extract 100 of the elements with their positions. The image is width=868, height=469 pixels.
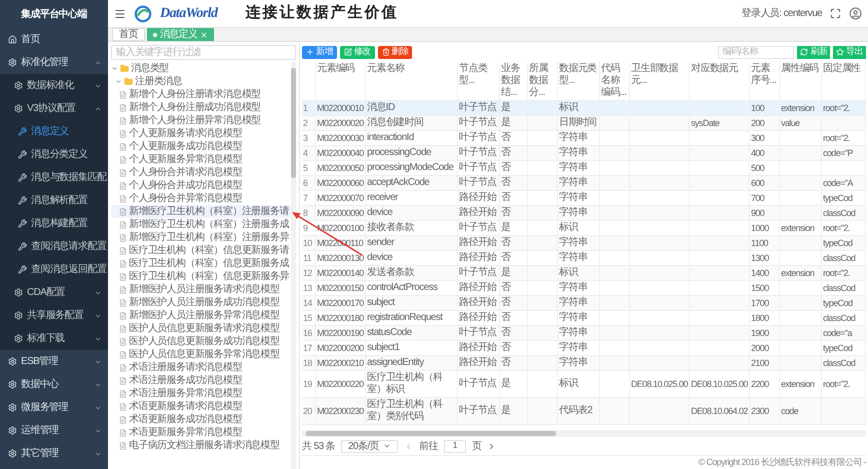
- table-row[interactable]: 6 M022000060 acceptAckCode 叶子节点 否 字符串 600 code="A: [302, 176, 866, 191]
- tree-item[interactable]: 术语注册服务异常消息模型: [111, 387, 291, 400]
- tree-item[interactable]: 新增医护人员注册服务异常消息模型: [111, 309, 291, 322]
- tree-item[interactable]: 医护人员信息更新服务成功消息模型: [111, 335, 291, 348]
- menu-item[interactable]: 数据中心: [0, 373, 108, 396]
- table-row[interactable]: 14 M022000170 subject 路径开始 否 字符串 1700 typeCod: [302, 296, 866, 311]
- user-icon[interactable]: [849, 7, 862, 20]
- tree-item[interactable]: 新增个人身份注册异常消息模型: [111, 114, 291, 127]
- tree-item[interactable]: 新增医疗卫生机构（科室）注册服务成: [111, 218, 291, 231]
- column-header[interactable]: 元素序号...: [750, 62, 780, 100]
- tree-item[interactable]: 医护人员信息更新服务异常消息模型: [111, 348, 291, 361]
- column-header[interactable]: 卫生部数据元...: [630, 62, 690, 100]
- menu-item[interactable]: 首页: [0, 28, 108, 51]
- table-row[interactable]: 17 M022000200 subject1 路径开始 否 字符串 2000 typeCod: [302, 341, 866, 356]
- tree-item[interactable]: 个人更新服务异常消息模型: [111, 153, 291, 166]
- column-header[interactable]: 代码名称编码...: [600, 62, 630, 100]
- tree-item[interactable]: 新增医疗卫生机构（科室）注册服务异: [111, 231, 291, 244]
- column-header[interactable]: 业务数据结...: [500, 62, 528, 100]
- column-header[interactable]: 元素名称: [366, 62, 458, 100]
- filter-field[interactable]: 输入关键字进行过滤: [111, 45, 296, 60]
- fullscreen-icon[interactable]: [830, 8, 841, 19]
- menu-item[interactable]: 运维管理: [0, 419, 108, 442]
- menu-item[interactable]: CDA配置: [0, 281, 108, 304]
- menu-item[interactable]: 消息解析配置: [0, 189, 108, 212]
- column-header[interactable]: 节点类型...: [458, 62, 500, 100]
- table-row[interactable]: 8 M022000090 device 路径开始 否 字符串 900 classCod: [302, 206, 866, 221]
- toolbar-button[interactable]: 删除: [378, 46, 412, 58]
- table-cell: 字符串: [559, 192, 588, 204]
- page-input[interactable]: 1: [444, 440, 466, 452]
- column-header[interactable]: 固定属性: [822, 62, 866, 100]
- table-row[interactable]: 18 M022000210 assignedEntity 路径开始 否 字符串 2100 classCod: [302, 356, 866, 371]
- page-size-select[interactable]: 20条/页: [341, 440, 398, 452]
- horizontal-scrollbar[interactable]: [302, 430, 866, 437]
- table-row[interactable]: 12 M022000140 发送者条款 叶子节点 是 标识 1400 extension root="2.: [302, 266, 866, 281]
- tree-item[interactable]: 个人身份合并成功消息模型: [111, 179, 291, 192]
- table-row[interactable]: 1 M022000010 消息ID 叶子节点 是 标识 100 extension root="2.: [302, 101, 866, 116]
- tree-item[interactable]: 术语注册服务成功消息模型: [111, 374, 291, 387]
- table-cell: classCod: [823, 252, 856, 264]
- table-cell: registrationRequest: [367, 312, 442, 324]
- tree-item[interactable]: 新增医疗卫生机构（科室）注册服务请: [111, 205, 291, 218]
- table-row[interactable]: 15 M022000180 registrationRequest 路径开始 否 字符串 1800 classCod: [302, 311, 866, 326]
- menu-item[interactable]: 标准下载: [0, 327, 108, 350]
- column-header[interactable]: 所属数据分...: [528, 62, 558, 100]
- table-row[interactable]: 16 M022000190 statusCode 叶子节点 否 字符串 1900 code="a: [302, 326, 866, 341]
- table-cell: 字符串: [559, 237, 588, 249]
- tree-item[interactable]: 个人身份合并异常消息模型: [111, 192, 291, 205]
- scrollbar[interactable]: [291, 62, 296, 469]
- menu-item[interactable]: 其它管理: [0, 442, 108, 465]
- tree-item[interactable]: 术语注册服务请求消息模型: [111, 361, 291, 374]
- tree-item[interactable]: 医疗卫生机构（科室）信息更新服务成: [111, 257, 291, 270]
- tab[interactable]: 首页: [112, 28, 145, 41]
- menu-item[interactable]: 查阅消息请求配置: [0, 235, 108, 258]
- table-row[interactable]: 2 M022000020 消息创建时间 叶子节点 是 日期时间 sysDate 200 value: [302, 116, 866, 131]
- tree-item[interactable]: 消息类型: [111, 62, 291, 75]
- tree-item[interactable]: 医疗卫生机构（科室）信息更新服务异: [111, 270, 291, 283]
- tree-item[interactable]: 注册类消息: [111, 75, 291, 88]
- menu-item[interactable]: V3协议配置: [0, 97, 108, 120]
- row-number: 2: [303, 117, 308, 129]
- tree-item[interactable]: 新增医护人员注册服务成功消息模型: [111, 296, 291, 309]
- column-header[interactable]: 对应数据元: [690, 62, 750, 100]
- column-header[interactable]: 数据元类型...: [558, 62, 600, 100]
- table-row[interactable]: 13 M022000150 controlActProcess 路径开始 否 字符串 1500 classCod: [302, 281, 866, 296]
- tree-item[interactable]: 个人更新服务请求消息模型: [111, 127, 291, 140]
- column-header[interactable]: 元素编码: [316, 62, 366, 100]
- tree-item[interactable]: 个人更新服务成功消息模型: [111, 140, 291, 153]
- tree-item[interactable]: 术语更新服务请求消息模型: [111, 400, 291, 413]
- tree-item[interactable]: 医护人员信息更新服务请求消息模型: [111, 322, 291, 335]
- table-cell: 路径开始: [459, 282, 497, 294]
- table-row[interactable]: 5 M022000050 processingModeCode 叶子节点 否 字符串 500: [302, 161, 866, 176]
- table-row[interactable]: 4 M022000040 processingCode 叶子节点 否 字符串 400 code="P: [302, 146, 866, 161]
- menu-item[interactable]: 消息定义: [0, 120, 108, 143]
- menu-item[interactable]: 消息分类定义: [0, 143, 108, 166]
- menu-item[interactable]: 消息构建配置: [0, 212, 108, 235]
- table-row[interactable]: 3 M022000030 interactionId 叶子节点 否 字符串 300 root="2.: [302, 131, 866, 146]
- tree-item[interactable]: 新增个人身份注册成功消息模型: [111, 101, 291, 114]
- menu-item[interactable]: 标准化管理: [0, 51, 108, 74]
- tree-item[interactable]: 医疗卫生机构（科室）信息更新服务请: [111, 244, 291, 257]
- tree-item[interactable]: 个人身份合并请求消息模型: [111, 166, 291, 179]
- column-header[interactable]: 属性编码: [780, 62, 822, 100]
- close-icon[interactable]: [200, 30, 208, 38]
- table-cell: 叶子节点: [459, 327, 497, 339]
- menu-item[interactable]: 消息与数据集匹配: [0, 166, 108, 189]
- tree-item[interactable]: 术语更新服务异常消息模型: [111, 426, 291, 439]
- table-row[interactable]: 9 M022000100 接收者条款 叶子节点 是 标识 1000 extension root="2.: [302, 221, 866, 236]
- menu-item[interactable]: ESB管理: [0, 350, 108, 373]
- menu-item[interactable]: 数据标准化: [0, 74, 108, 97]
- menu-item[interactable]: 微服务管理: [0, 396, 108, 419]
- document-icon: [119, 376, 127, 384]
- table-cell: M022000200: [317, 342, 364, 354]
- tree-item[interactable]: 新增个人身份注册请求消息模型: [111, 88, 291, 101]
- tree-item[interactable]: 新增医护人员注册服务请求消息模型: [111, 283, 291, 296]
- toolbar-button[interactable]: 新增: [302, 46, 337, 58]
- table-row[interactable]: 11 M022000130 device 路径开始 否 字符串 1300 classCod: [302, 251, 866, 266]
- table-row[interactable]: 7 M022000070 receiver 路径开始 否 字符串 700 typeCod: [302, 191, 866, 206]
- tree-item[interactable]: 术语更新服务成功消息模型: [111, 413, 291, 426]
- menu-item[interactable]: 查阅消息返回配置: [0, 258, 108, 281]
- menu-icon[interactable]: [114, 8, 126, 20]
- menu-item[interactable]: 共享服务配置: [0, 304, 108, 327]
- tree-item[interactable]: 电子病历文档注册服务请求消息模型: [111, 439, 291, 452]
- search-field[interactable]: 编码/名称: [718, 46, 794, 58]
